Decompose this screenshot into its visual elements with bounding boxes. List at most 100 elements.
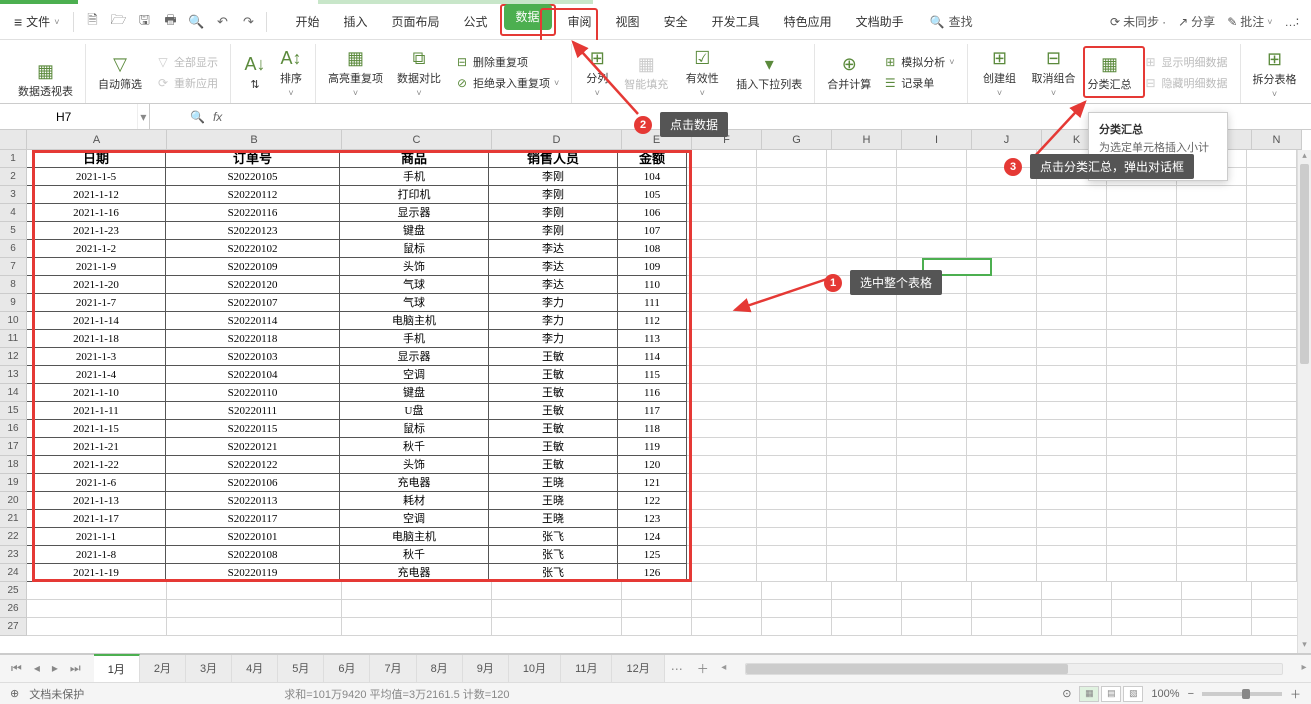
- cell[interactable]: [687, 528, 757, 546]
- sheet-tab-1月[interactable]: 1月: [94, 654, 140, 682]
- cell[interactable]: [967, 366, 1037, 384]
- cell[interactable]: [1177, 186, 1247, 204]
- cell[interactable]: [1247, 312, 1297, 330]
- cell[interactable]: [1107, 546, 1177, 564]
- cell[interactable]: [1107, 312, 1177, 330]
- cell[interactable]: [757, 492, 827, 510]
- cell[interactable]: [967, 474, 1037, 492]
- cell[interactable]: [967, 528, 1037, 546]
- cell[interactable]: [897, 348, 967, 366]
- cell[interactable]: [897, 150, 967, 168]
- cell[interactable]: [167, 600, 342, 618]
- cell[interactable]: 125: [617, 545, 687, 564]
- cell[interactable]: 电脑主机: [339, 311, 489, 330]
- menu-tab-特色应用[interactable]: 特色应用: [772, 7, 844, 36]
- cell[interactable]: [1112, 582, 1182, 600]
- zoom-out-icon[interactable]: −: [1188, 688, 1194, 700]
- cell[interactable]: [1042, 582, 1112, 600]
- cell[interactable]: [1247, 456, 1297, 474]
- cell[interactable]: [1247, 222, 1297, 240]
- expand-fx-icon[interactable]: 🔍: [190, 110, 205, 124]
- cell[interactable]: [827, 330, 897, 348]
- cell[interactable]: 空调: [339, 509, 489, 528]
- cell[interactable]: [1177, 456, 1247, 474]
- cell[interactable]: [1037, 384, 1107, 402]
- menu-tab-开发工具[interactable]: 开发工具: [700, 7, 772, 36]
- cell[interactable]: [827, 168, 897, 186]
- cell[interactable]: [827, 312, 897, 330]
- cell[interactable]: [687, 240, 757, 258]
- cell[interactable]: 2021-1-20: [26, 275, 166, 294]
- cell[interactable]: [167, 582, 342, 600]
- cell[interactable]: [967, 402, 1037, 420]
- cell[interactable]: [342, 600, 492, 618]
- cell[interactable]: [1042, 618, 1112, 636]
- cell[interactable]: [827, 456, 897, 474]
- cell[interactable]: 2021-1-7: [26, 293, 166, 312]
- cell[interactable]: [897, 366, 967, 384]
- cell[interactable]: S20220117: [165, 509, 340, 528]
- cell[interactable]: [1037, 474, 1107, 492]
- del-dup-button[interactable]: ⊟删除重复项: [451, 52, 563, 72]
- cell[interactable]: [687, 366, 757, 384]
- cell[interactable]: 2021-1-15: [26, 419, 166, 438]
- cell[interactable]: 空调: [339, 365, 489, 384]
- cell[interactable]: 王晓: [488, 491, 618, 510]
- cell[interactable]: 2021-1-22: [26, 455, 166, 474]
- cell[interactable]: [692, 600, 762, 618]
- cell[interactable]: [827, 366, 897, 384]
- row-header-19[interactable]: 19: [0, 474, 27, 492]
- cell[interactable]: [687, 150, 757, 168]
- sheet-next-icon[interactable]: ▸: [49, 659, 61, 678]
- cell[interactable]: [1037, 492, 1107, 510]
- cell[interactable]: [757, 366, 827, 384]
- cell[interactable]: [1107, 528, 1177, 546]
- cell[interactable]: [687, 222, 757, 240]
- cell[interactable]: [967, 204, 1037, 222]
- cell[interactable]: [757, 546, 827, 564]
- cell[interactable]: [827, 204, 897, 222]
- open-icon[interactable]: 🗁: [110, 14, 126, 30]
- cell[interactable]: [972, 618, 1042, 636]
- cell[interactable]: [1247, 366, 1297, 384]
- cell[interactable]: 王敏: [488, 347, 618, 366]
- cell[interactable]: [897, 330, 967, 348]
- row-header-17[interactable]: 17: [0, 438, 27, 456]
- cell[interactable]: 张飞: [488, 545, 618, 564]
- cell[interactable]: [1037, 402, 1107, 420]
- cell[interactable]: 2021-1-13: [26, 491, 166, 510]
- cell[interactable]: [687, 474, 757, 492]
- sort-asc-button[interactable]: A↓ ⇅: [239, 51, 271, 94]
- share-button[interactable]: ↗ 分享: [1178, 13, 1215, 30]
- cell[interactable]: 电脑主机: [339, 527, 489, 546]
- more-icon[interactable]: … ∶: [1285, 15, 1297, 29]
- save-icon[interactable]: 🖫: [136, 14, 152, 30]
- hide-detail-button[interactable]: ⊟隐藏明细数据: [1140, 73, 1232, 93]
- cell[interactable]: [687, 420, 757, 438]
- cell[interactable]: [757, 456, 827, 474]
- name-box-input[interactable]: [0, 110, 137, 124]
- sync-button[interactable]: ⟳ 未同步 ·: [1110, 13, 1166, 30]
- cell[interactable]: 充电器: [339, 563, 489, 582]
- cell[interactable]: [897, 456, 967, 474]
- cell[interactable]: 2021-1-17: [26, 509, 166, 528]
- cell[interactable]: [967, 384, 1037, 402]
- cell[interactable]: 键盘: [339, 383, 489, 402]
- cell[interactable]: 李刚: [488, 185, 618, 204]
- cell[interactable]: [687, 402, 757, 420]
- cell[interactable]: [687, 168, 757, 186]
- sheet-add-icon[interactable]: ＋: [689, 656, 717, 681]
- ungroup-button[interactable]: ⊟ 取消组合: [1028, 45, 1080, 100]
- cell[interactable]: [1107, 438, 1177, 456]
- cell[interactable]: 2021-1-19: [26, 563, 166, 582]
- cell[interactable]: [1177, 258, 1247, 276]
- menu-tab-文档助手[interactable]: 文档助手: [844, 7, 916, 36]
- sheet-tab-3月[interactable]: 3月: [186, 655, 232, 682]
- cell[interactable]: [1177, 366, 1247, 384]
- cell[interactable]: [1107, 420, 1177, 438]
- cell[interactable]: [1177, 546, 1247, 564]
- scroll-down-arrow[interactable]: ▾: [1298, 639, 1311, 653]
- cell[interactable]: [1182, 618, 1252, 636]
- cell[interactable]: [1107, 294, 1177, 312]
- cell[interactable]: S20220118: [165, 329, 340, 348]
